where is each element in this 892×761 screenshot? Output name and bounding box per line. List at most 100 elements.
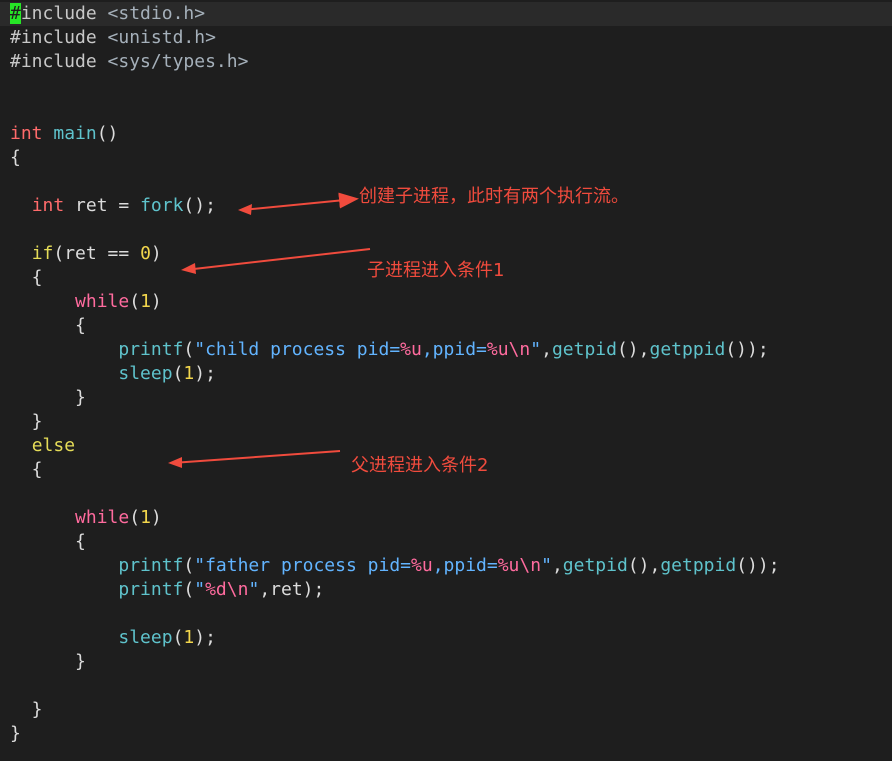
code-token: 1: [183, 363, 195, 384]
code-token: #include: [10, 51, 108, 72]
code-line[interactable]: [10, 482, 892, 506]
code-token: ());: [736, 555, 780, 576]
code-line[interactable]: printf("child process pid=%u,ppid=%u\n",…: [10, 338, 892, 362]
code-token: fork: [140, 195, 184, 216]
code-line[interactable]: [10, 74, 892, 98]
code-token: getppid: [649, 339, 726, 360]
code-token: ,ret);: [259, 579, 325, 600]
fork-annotation: 创建子进程，此时有两个执行流。: [359, 186, 629, 207]
code-line[interactable]: sleep(1);: [10, 626, 892, 650]
code-token: getpid: [551, 339, 617, 360]
code-token: {: [10, 315, 86, 336]
code-line[interactable]: printf("father process pid=%u,ppid=%u\n"…: [10, 554, 892, 578]
code-token: (: [172, 363, 184, 384]
code-editor[interactable]: #include <stdio.h> #include <unistd.h> #in…: [0, 0, 892, 761]
code-token: 0: [140, 243, 151, 264]
code-line[interactable]: while(1): [10, 506, 892, 530]
code-token: }: [10, 651, 86, 672]
code-token: ,ppid=: [421, 339, 487, 360]
code-token: ): [150, 291, 162, 312]
code-token: }: [10, 723, 21, 744]
code-token: 1: [140, 507, 151, 528]
code-line[interactable]: }: [10, 698, 892, 722]
code-token: %u: [411, 555, 433, 576]
code-line[interactable]: int main(): [10, 122, 892, 146]
code-line[interactable]: }: [10, 650, 892, 674]
code-token: (: [183, 555, 195, 576]
code-token: \n: [226, 579, 249, 600]
code-token: (: [183, 579, 195, 600]
code-token: main: [53, 123, 97, 144]
code-token: }: [10, 411, 43, 432]
code-line[interactable]: [10, 98, 892, 122]
code-line[interactable]: [10, 602, 892, 626]
code-line[interactable]: }: [10, 386, 892, 410]
code-line[interactable]: [10, 674, 892, 698]
code-line[interactable]: {: [10, 314, 892, 338]
code-token: %d: [205, 579, 227, 600]
code-token: 1: [140, 291, 151, 312]
code-token: }: [10, 387, 86, 408]
code-line[interactable]: while(1): [10, 290, 892, 314]
code-token: ": [541, 555, 552, 576]
code-line[interactable]: {: [10, 530, 892, 554]
code-token: ,: [551, 555, 563, 576]
code-token: printf: [118, 555, 184, 576]
code-line[interactable]: #include <sys/types.h>: [10, 50, 892, 74]
code-token: (),: [627, 555, 661, 576]
code-token: sleep: [118, 363, 173, 384]
code-token: );: [194, 363, 216, 384]
code-token: \n: [519, 555, 542, 576]
code-token: %u: [486, 339, 509, 360]
text-cursor: #: [10, 3, 21, 24]
code-line[interactable]: printf("%d\n",ret);: [10, 578, 892, 602]
code-token: (),: [616, 339, 650, 360]
code-token: (: [129, 291, 141, 312]
code-token: int: [31, 195, 65, 216]
code-token: ": [194, 579, 206, 600]
code-line[interactable]: [10, 218, 892, 242]
code-line[interactable]: }: [10, 722, 892, 746]
code-token: int: [10, 123, 43, 144]
code-token: }: [10, 699, 43, 720]
code-token: if: [31, 243, 54, 264]
code-token: "child process pid=: [194, 339, 401, 360]
code-token: (): [96, 123, 119, 144]
code-token: (: [183, 339, 195, 360]
code-token: getpid: [562, 555, 628, 576]
code-token: <sys/types.h>: [107, 51, 249, 72]
code-token: while: [75, 507, 130, 528]
code-token: <stdio.h>: [107, 3, 206, 24]
code-line[interactable]: #include <unistd.h>: [10, 26, 892, 50]
code-token: %u: [400, 339, 422, 360]
code-token: ,ppid=: [432, 555, 498, 576]
code-token: {: [10, 147, 21, 168]
code-token: else: [31, 435, 76, 456]
code-line[interactable]: #include <stdio.h>: [0, 2, 892, 26]
code-token: (: [129, 507, 141, 528]
child-annotation: 子进程进入条件1: [367, 260, 505, 281]
code-token: ());: [725, 339, 769, 360]
code-token: printf: [118, 579, 184, 600]
code-line[interactable]: }: [10, 410, 892, 434]
code-token: printf: [118, 339, 184, 360]
code-line[interactable]: {: [10, 146, 892, 170]
code-token: \n: [508, 339, 531, 360]
code-line[interactable]: sleep(1);: [10, 362, 892, 386]
code-token: ,: [541, 339, 552, 360]
code-token: {: [10, 531, 86, 552]
code-view[interactable]: #include <stdio.h> #include <unistd.h> #in…: [0, 2, 892, 746]
code-token: 1: [183, 627, 195, 648]
code-token: (ret ==: [53, 243, 141, 264]
code-token: "father process pid=: [194, 555, 411, 576]
